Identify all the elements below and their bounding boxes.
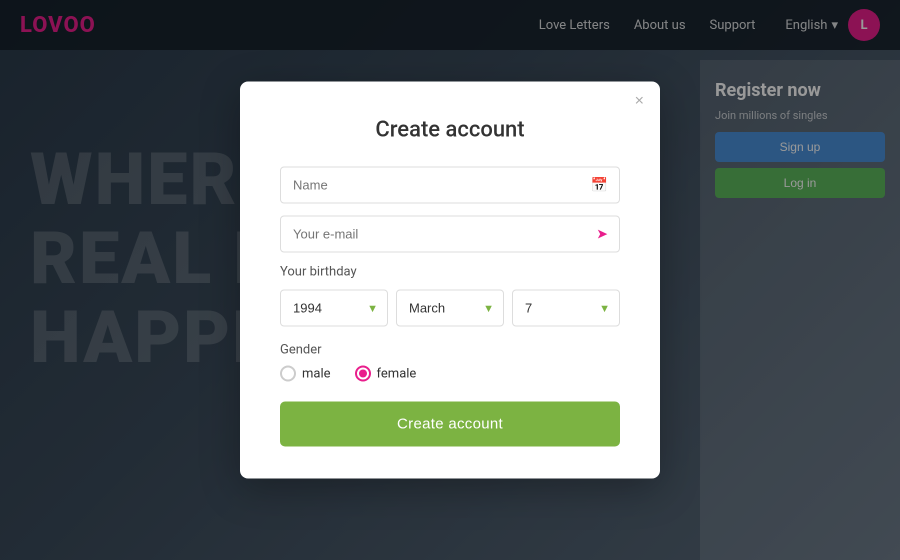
calendar-icon: 📅 [591, 177, 608, 193]
name-input[interactable] [280, 167, 620, 204]
modal-title: Create account [280, 118, 620, 143]
close-button[interactable]: × [635, 94, 644, 110]
year-select[interactable]: 1990 1991 1992 1993 1994 1995 1996 [280, 290, 388, 327]
day-select-wrapper: 1 2 3 4 5 6 7 8 9 10 ▼ [512, 290, 620, 327]
email-input[interactable] [280, 216, 620, 253]
month-select-wrapper: January February March April May June Ju… [396, 290, 504, 327]
month-select[interactable]: January February March April May June Ju… [396, 290, 504, 327]
create-account-modal: × Create account 📅 ➤ Your birthday 1990 … [240, 82, 660, 479]
gender-section: Gender male female [280, 343, 620, 382]
female-radio[interactable] [355, 366, 371, 382]
email-field-wrapper: ➤ [280, 216, 620, 253]
send-icon: ➤ [596, 226, 608, 242]
gender-options: male female [280, 366, 620, 382]
gender-male-label: male [302, 366, 331, 381]
gender-female-label: female [377, 366, 417, 381]
gender-label: Gender [280, 343, 620, 358]
female-radio-dot [359, 370, 367, 378]
male-radio[interactable] [280, 366, 296, 382]
gender-female-option[interactable]: female [355, 366, 417, 382]
birthday-row: 1990 1991 1992 1993 1994 1995 1996 ▼ Jan… [280, 290, 620, 327]
name-field-wrapper: 📅 [280, 167, 620, 204]
gender-male-option[interactable]: male [280, 366, 331, 382]
create-account-button[interactable]: Create account [280, 402, 620, 447]
birthday-label: Your birthday [280, 265, 620, 280]
year-select-wrapper: 1990 1991 1992 1993 1994 1995 1996 ▼ [280, 290, 388, 327]
day-select[interactable]: 1 2 3 4 5 6 7 8 9 10 [512, 290, 620, 327]
